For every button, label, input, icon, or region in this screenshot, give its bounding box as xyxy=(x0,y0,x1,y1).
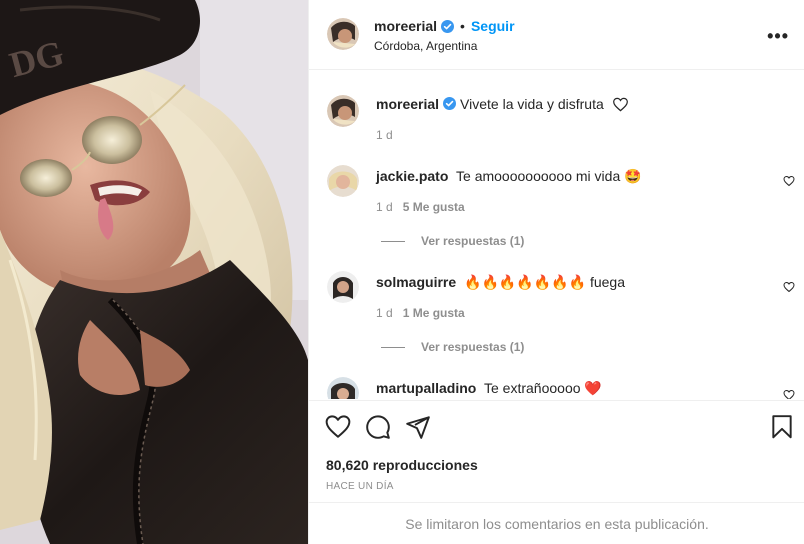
separator-dot: • xyxy=(460,18,465,34)
post-photo: DG xyxy=(0,0,308,544)
comment-likes[interactable]: 1 Me gusta xyxy=(403,306,465,320)
post-actions-section: 80,620 reproducciones HACE UN DÍA Se lim… xyxy=(309,400,804,544)
caption-author-avatar[interactable] xyxy=(327,95,359,127)
comment-meta: 1 d 1 Me gusta xyxy=(376,306,465,320)
comments-list[interactable]: moreerial Vivete la vida y disfruta 1 d j… xyxy=(309,71,804,399)
post-location[interactable]: Córdoba, Argentina xyxy=(374,39,477,53)
comment-text: Te amoooooooooo mi vida 🤩 xyxy=(456,168,642,184)
comment-text: 🔥🔥🔥🔥🔥🔥🔥 fuega xyxy=(464,274,625,290)
like-heart-icon[interactable] xyxy=(325,414,351,440)
commenter-avatar[interactable] xyxy=(327,271,359,303)
caption-text: Vivete la vida y disfruta xyxy=(460,96,604,112)
view-replies-button[interactable]: Ver respuestas (1) xyxy=(381,340,524,354)
post-time-ago[interactable]: HACE UN DÍA xyxy=(326,481,394,492)
verified-badge-icon xyxy=(443,97,457,110)
comment-text-row: martupalladino Te extrañooooo ❤️ xyxy=(376,380,602,397)
like-comment-heart-icon[interactable] xyxy=(783,174,795,187)
comment-text-row: jackie.pato Te amoooooooooo mi vida 🤩 xyxy=(376,168,642,185)
comment-bubble-icon[interactable] xyxy=(365,414,391,440)
commenter-username[interactable]: solmaguirre xyxy=(376,274,456,290)
replies-divider-line xyxy=(381,240,405,242)
more-options-icon[interactable]: ••• xyxy=(767,26,789,47)
comments-limited-notice: Se limitaron los comentarios en esta pub… xyxy=(309,502,804,544)
replies-divider-line xyxy=(381,346,405,348)
follow-button[interactable]: Seguir xyxy=(471,18,515,34)
post-header: moreerial • Seguir Córdoba, Argentina ••… xyxy=(309,0,804,70)
commenter-username[interactable]: jackie.pato xyxy=(376,168,448,184)
post-detail-panel: moreerial • Seguir Córdoba, Argentina ••… xyxy=(308,0,804,544)
like-comment-heart-icon[interactable] xyxy=(783,388,795,399)
comment-text-row: solmaguirre 🔥🔥🔥🔥🔥🔥🔥 fuega xyxy=(376,274,625,291)
share-paper-plane-icon[interactable] xyxy=(405,414,431,440)
commenter-avatar[interactable] xyxy=(327,377,359,399)
comment-time[interactable]: 1 d xyxy=(376,200,393,214)
view-replies-label: Ver respuestas (1) xyxy=(421,340,525,354)
views-count[interactable]: 80,620 reproducciones xyxy=(326,457,478,473)
commenter-username[interactable]: martupalladino xyxy=(376,380,476,396)
view-replies-button[interactable]: Ver respuestas (1) xyxy=(381,234,524,248)
caption-text-row: moreerial Vivete la vida y disfruta xyxy=(376,96,629,115)
commenter-avatar[interactable] xyxy=(327,165,359,197)
like-comment-heart-icon[interactable] xyxy=(783,280,795,293)
save-bookmark-icon[interactable] xyxy=(769,414,795,440)
caption-time[interactable]: 1 d xyxy=(376,128,393,142)
white-heart-icon xyxy=(612,97,629,115)
comment-likes[interactable]: 5 Me gusta xyxy=(403,200,465,214)
author-row: moreerial • Seguir xyxy=(374,18,515,34)
comment-meta: 1 d 5 Me gusta xyxy=(376,200,465,214)
verified-badge-icon xyxy=(441,19,455,33)
author-username[interactable]: moreerial xyxy=(374,18,437,34)
caption-username[interactable]: moreerial xyxy=(376,96,439,112)
comment-time[interactable]: 1 d xyxy=(376,306,393,320)
post-media[interactable]: DG xyxy=(0,0,308,544)
comment-text: Te extrañooooo ❤️ xyxy=(484,380,602,396)
view-replies-label: Ver respuestas (1) xyxy=(421,234,525,248)
author-avatar[interactable] xyxy=(327,18,359,50)
